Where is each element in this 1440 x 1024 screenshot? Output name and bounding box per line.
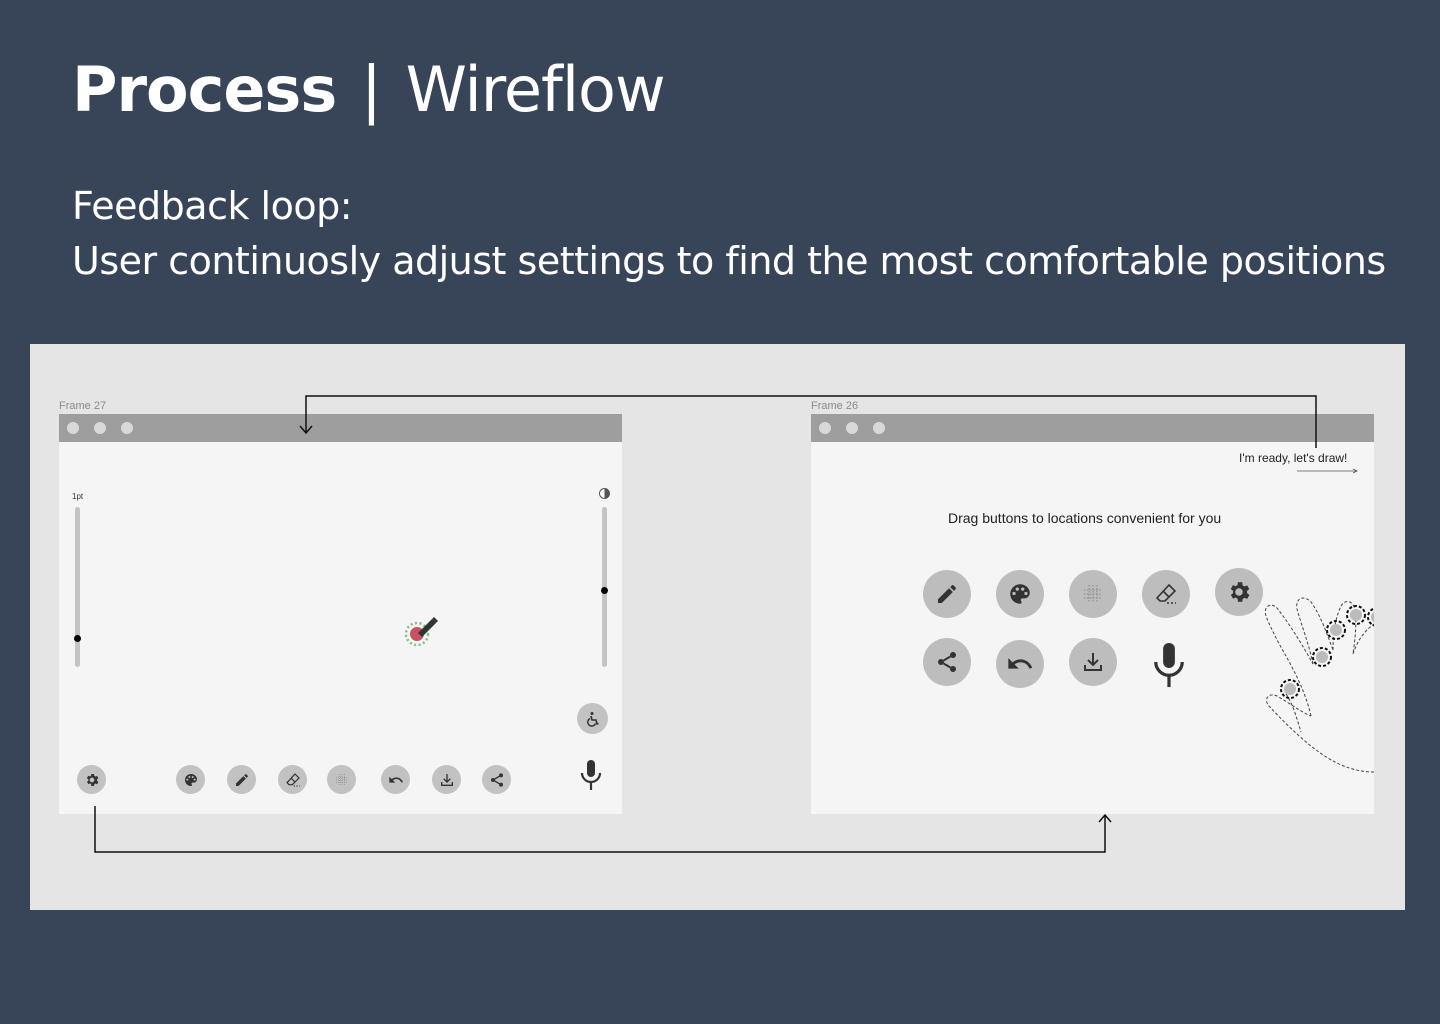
flow-connectors xyxy=(94,395,1317,853)
subtitle-line-1: Feedback loop: xyxy=(72,184,353,228)
title-wireflow: Wireflow xyxy=(405,53,666,126)
connector-top xyxy=(305,395,1317,448)
title-process: Process xyxy=(72,53,337,126)
title-separator: | xyxy=(360,53,382,126)
wireflow-canvas: Frame 27 1pt Frame 26 I'm ready, let's d… xyxy=(30,344,1405,910)
page-title: Process | Wireflow xyxy=(72,52,666,128)
subtitle-line-2: User continuosly adjust settings to find… xyxy=(72,239,1386,283)
connector-bottom xyxy=(94,806,1106,853)
